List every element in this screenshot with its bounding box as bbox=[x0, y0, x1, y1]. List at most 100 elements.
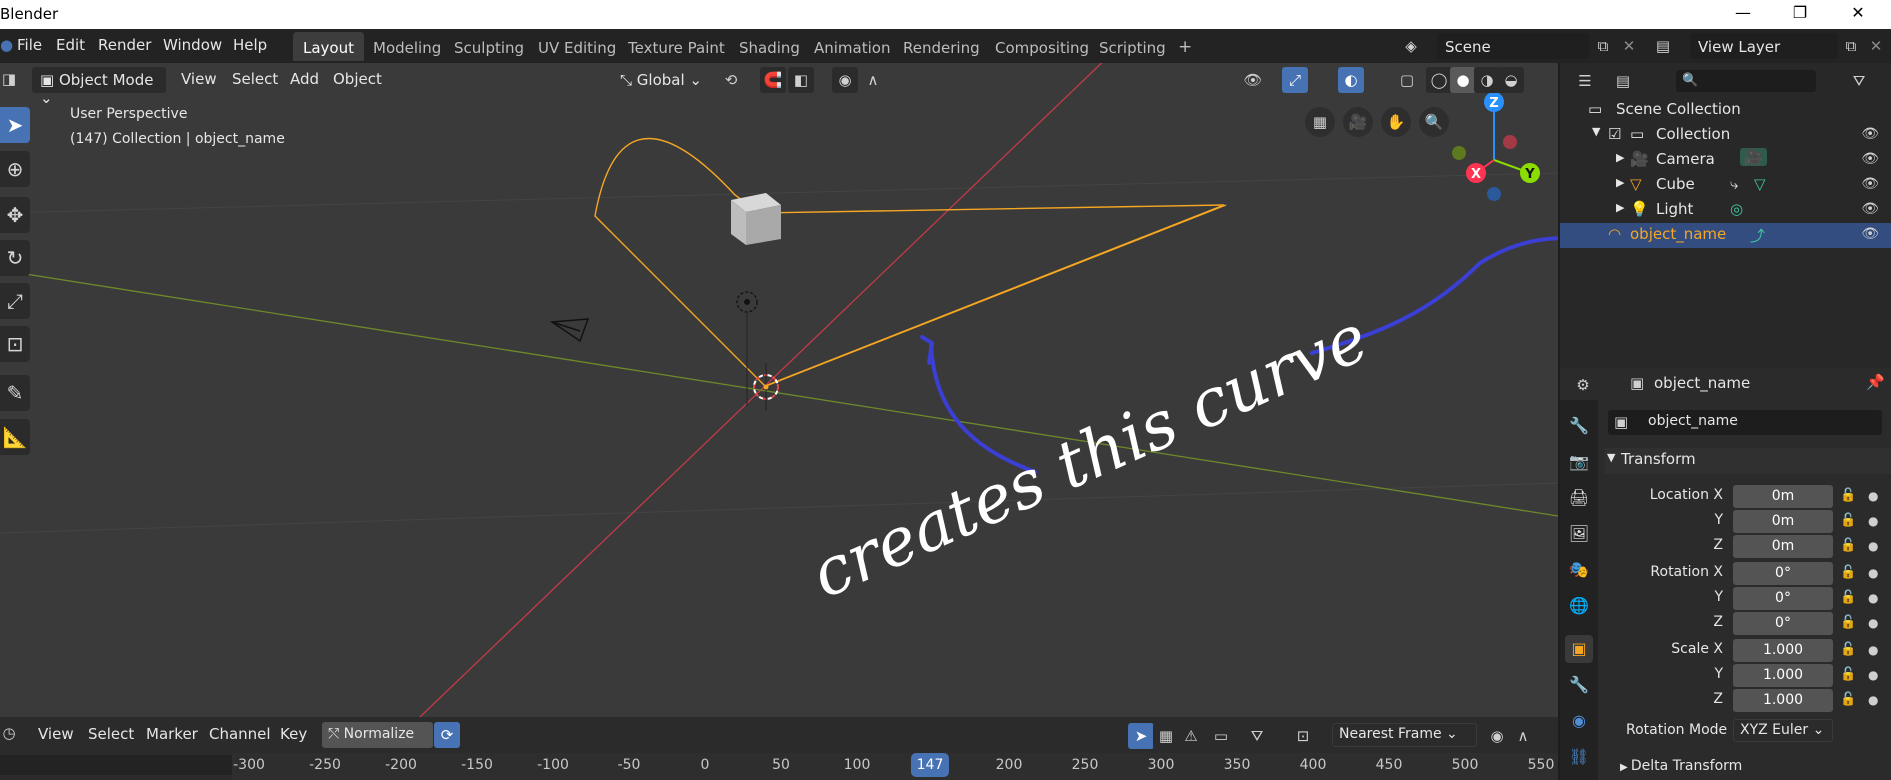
keyframe-dot-icon[interactable]: ● bbox=[1868, 643, 1878, 657]
scale-x-field[interactable]: 1.000 bbox=[1733, 639, 1833, 662]
add-workspace-button[interactable]: + bbox=[1168, 32, 1202, 61]
rotation-x-field[interactable]: 0° bbox=[1733, 562, 1833, 585]
tab-texture-paint[interactable]: Texture Paint bbox=[618, 32, 735, 61]
eye-icon[interactable]: 👁 bbox=[1861, 151, 1879, 167]
3d-viewport[interactable]: Z Y X creates this curve User Perspectiv… bbox=[0, 63, 1558, 717]
modifier-tab-icon[interactable]: 🔧 bbox=[1565, 671, 1593, 699]
falloff-icon[interactable]: ∧ bbox=[1510, 723, 1536, 749]
errors-only-icon[interactable]: ⚠ bbox=[1178, 723, 1204, 749]
lock-icon[interactable]: 🔓 bbox=[1840, 615, 1856, 630]
object-mode-dropdown[interactable]: ▣ Object Mode ⌄ bbox=[32, 67, 166, 107]
tab-compositing[interactable]: Compositing bbox=[985, 32, 1099, 61]
proportional-icon[interactable]: ◉ bbox=[1484, 723, 1510, 749]
menu-help[interactable]: Help bbox=[233, 36, 267, 54]
properties-editor-icon[interactable]: ⚙ bbox=[1570, 372, 1596, 398]
camera-view-icon[interactable]: 🎥 bbox=[1343, 107, 1373, 137]
lock-icon[interactable]: 🔓 bbox=[1840, 538, 1856, 553]
falloff-icon[interactable]: ∧ bbox=[860, 67, 886, 93]
new-scene-icon[interactable]: ⧉ bbox=[1590, 33, 1616, 59]
menu-add[interactable]: Add bbox=[290, 70, 319, 88]
overlay-toggle-icon[interactable]: ◐ bbox=[1338, 67, 1364, 93]
curve-object[interactable] bbox=[594, 137, 1225, 387]
eye-icon[interactable]: 👁 bbox=[1861, 226, 1879, 242]
light-data-icon[interactable]: ◎ bbox=[1730, 200, 1743, 218]
outliner-editor-icon[interactable]: ☰ bbox=[1572, 68, 1598, 94]
timeline-menu-marker[interactable]: Marker bbox=[146, 725, 198, 743]
menu-object[interactable]: Object bbox=[333, 70, 382, 88]
keyframe-dot-icon[interactable]: ● bbox=[1868, 616, 1878, 630]
expand-arrow-icon[interactable]: ▶ bbox=[1616, 151, 1624, 164]
expand-arrow-icon[interactable]: ▶ bbox=[1616, 176, 1624, 189]
tab-shading[interactable]: Shading bbox=[729, 32, 810, 61]
outliner-row-cube[interactable]: ▶ ▽ Cube ⤷ ▽ 👁 bbox=[1560, 173, 1891, 198]
timeline-menu-key[interactable]: Key bbox=[280, 725, 307, 743]
location-x-field[interactable]: 0m bbox=[1733, 485, 1833, 508]
tab-animation[interactable]: Animation bbox=[804, 32, 900, 61]
rotation-z-field[interactable]: 0° bbox=[1733, 612, 1833, 635]
only-selected-icon[interactable]: ➤ bbox=[1128, 723, 1154, 749]
display-mode-icon[interactable]: ▤ bbox=[1610, 68, 1636, 94]
scene-name-field[interactable]: Scene bbox=[1437, 33, 1589, 59]
eye-icon[interactable]: 👁 bbox=[1861, 201, 1879, 217]
tab-scripting[interactable]: Scripting bbox=[1089, 32, 1176, 61]
pin-icon[interactable]: 📌 bbox=[1866, 373, 1885, 391]
select-box-tool-icon[interactable]: ➤ bbox=[0, 107, 30, 143]
eye-icon[interactable]: 👁 bbox=[1861, 176, 1879, 192]
3d-cursor[interactable] bbox=[753, 363, 779, 411]
timeline-filter-icon[interactable]: ⛛ bbox=[1244, 723, 1270, 749]
constraint-tab-icon[interactable]: ⛓ bbox=[1565, 743, 1593, 771]
rendered-shading-icon[interactable]: ◒ bbox=[1498, 67, 1524, 93]
auto-normalize-icon[interactable]: ⟳ bbox=[434, 722, 460, 748]
delete-view-layer-icon[interactable]: ✕ bbox=[1863, 33, 1889, 59]
timeline-ruler[interactable] bbox=[232, 753, 1558, 780]
rotate-tool-icon[interactable]: ↻ bbox=[0, 240, 30, 276]
proportional-edit-icon[interactable]: ◉ bbox=[832, 67, 858, 93]
view-layer-field[interactable]: View Layer bbox=[1690, 33, 1838, 59]
lock-icon[interactable]: 🔓 bbox=[1840, 565, 1856, 580]
transform-panel-header[interactable]: ▼ Transform bbox=[1605, 448, 1891, 474]
render-tab-icon[interactable]: 📷 bbox=[1565, 448, 1593, 476]
world-tab-icon[interactable]: 🌐 bbox=[1565, 592, 1593, 620]
view-layer-tab-icon[interactable]: 🖼 bbox=[1565, 520, 1593, 548]
scale-z-field[interactable]: 1.000 bbox=[1733, 689, 1833, 712]
menu-render[interactable]: Render bbox=[98, 36, 151, 54]
timeline-editor-icon[interactable]: ◷ bbox=[0, 720, 18, 746]
object-tab-icon[interactable]: ▣ bbox=[1565, 635, 1593, 663]
outliner-row-collection[interactable]: ▼ ☑ ▭ Collection 👁 bbox=[1560, 123, 1891, 148]
location-y-field[interactable]: 0m bbox=[1733, 510, 1833, 533]
mesh-data-icon[interactable]: ▽ bbox=[1754, 175, 1766, 193]
wireframe-shading-icon[interactable]: ◯ bbox=[1426, 67, 1452, 93]
show-hidden-icon[interactable]: ▦ bbox=[1153, 723, 1179, 749]
menu-file[interactable]: File bbox=[17, 36, 42, 54]
curve-data-icon[interactable]: ⤴ bbox=[1750, 225, 1765, 246]
delta-transform-header[interactable]: ▶ Delta Transform bbox=[1620, 758, 1742, 774]
transform-tool-icon[interactable]: ⊡ bbox=[0, 326, 30, 362]
lock-icon[interactable]: 🔓 bbox=[1840, 488, 1856, 503]
lock-icon[interactable]: 🔓 bbox=[1840, 590, 1856, 605]
snap-toggle-icon[interactable]: 🧲 bbox=[760, 67, 786, 93]
scale-tool-icon[interactable]: ⤢ bbox=[0, 283, 30, 319]
cube-object[interactable] bbox=[731, 193, 781, 245]
zoom-icon[interactable]: 🔍 bbox=[1419, 107, 1449, 137]
visibility-icon[interactable]: 👁 bbox=[1240, 67, 1266, 93]
minimize-icon[interactable]: — bbox=[1728, 3, 1758, 25]
output-tab-icon[interactable]: 🖨 bbox=[1565, 484, 1593, 512]
keyframe-dot-icon[interactable]: ● bbox=[1868, 566, 1878, 580]
camera-data-icon[interactable]: 🎥 bbox=[1740, 148, 1767, 166]
snap-dropdown[interactable]: Nearest Frame ⌄ bbox=[1332, 723, 1477, 747]
current-frame-indicator[interactable]: 147 bbox=[911, 753, 949, 777]
location-z-field[interactable]: 0m bbox=[1733, 535, 1833, 558]
keyframe-dot-icon[interactable]: ● bbox=[1868, 693, 1878, 707]
annotate-tool-icon[interactable]: ✎ bbox=[0, 375, 30, 411]
new-view-layer-icon[interactable]: ⧉ bbox=[1838, 33, 1864, 59]
camera-object[interactable] bbox=[549, 318, 590, 343]
keyframe-dot-icon[interactable]: ● bbox=[1868, 489, 1878, 503]
keyframe-dot-icon[interactable]: ● bbox=[1868, 591, 1878, 605]
pivot-point-icon[interactable]: ⟲ bbox=[718, 67, 744, 93]
delete-scene-icon[interactable]: ✕ bbox=[1616, 33, 1642, 59]
checkbox-icon[interactable]: ☑ bbox=[1608, 125, 1621, 143]
keyframe-dot-icon[interactable]: ● bbox=[1868, 539, 1878, 553]
rotation-mode-dropdown[interactable]: XYZ Euler ⌄ bbox=[1733, 719, 1833, 742]
timeline-menu-channel[interactable]: Channel bbox=[209, 725, 271, 743]
outliner-search-input[interactable]: 🔍 bbox=[1676, 70, 1816, 92]
